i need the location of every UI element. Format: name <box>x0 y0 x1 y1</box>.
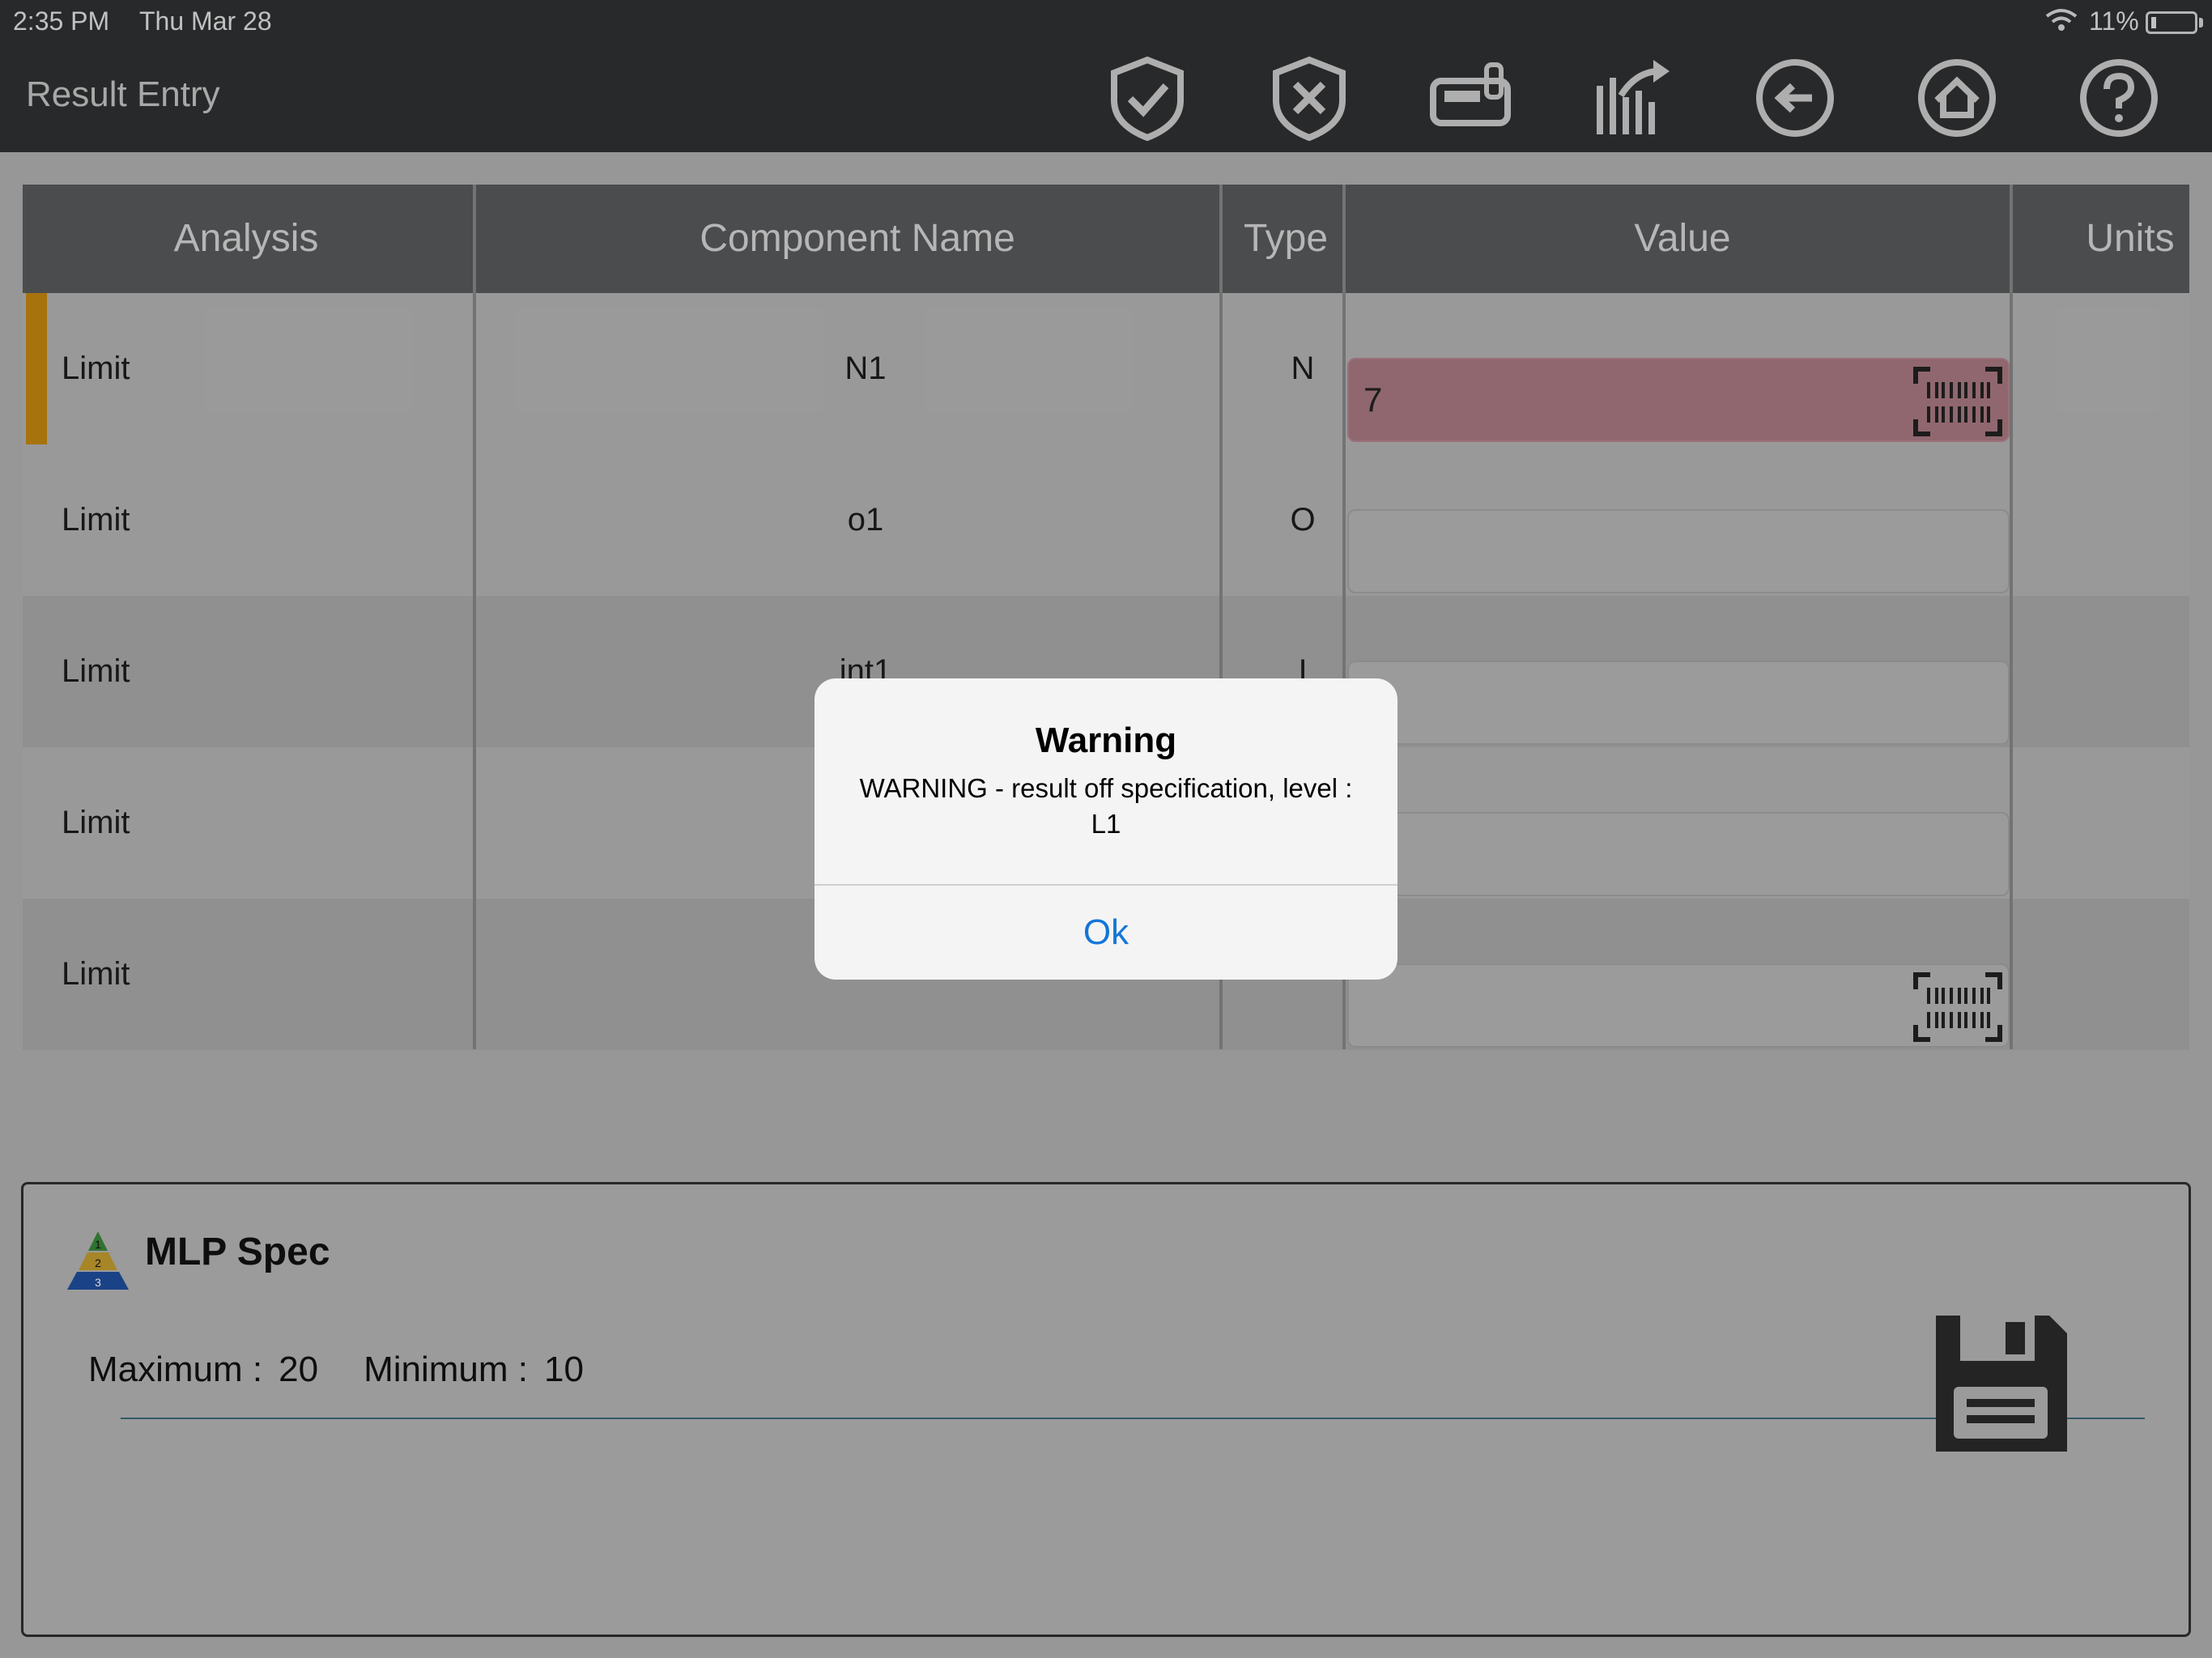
ok-button[interactable]: Ok <box>815 886 1397 980</box>
dialog-title: Warning <box>1035 721 1177 760</box>
warning-dialog: Warning WARNING - result off specificati… <box>815 678 1397 980</box>
dialog-message: WARNING - result off specification, leve… <box>859 773 1353 839</box>
